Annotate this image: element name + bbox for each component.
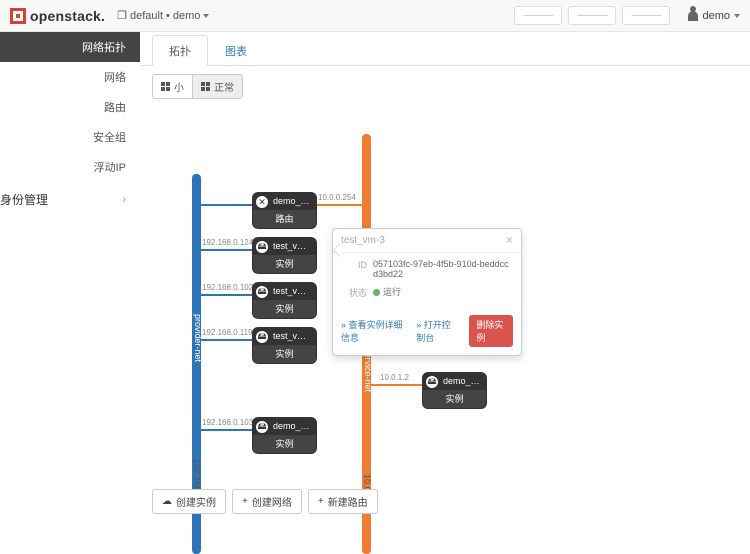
sidebar-section-label: 身份管理: [0, 191, 48, 208]
link: [201, 339, 252, 341]
chevron-down-icon: [203, 14, 209, 18]
instance-icon: 🖴: [425, 375, 439, 389]
tab-graph[interactable]: 图表: [208, 35, 264, 66]
status-running-icon: [373, 289, 380, 296]
sidebar-section-identity[interactable]: 身份管理 ›: [0, 182, 140, 217]
main-panel: 拓扑 图表 小 正常 provider-net selfservice-net …: [140, 32, 750, 518]
bottom-action-bar: ☁创建实例 +创建网络 +新建路由: [152, 489, 378, 514]
ip-label: 192.168.0.124: [202, 238, 253, 247]
popover-title: test_vm-3: [341, 235, 385, 246]
grid-small-icon: [161, 82, 170, 91]
delete-instance-button[interactable]: 删除实例: [469, 315, 513, 347]
tablist: 拓扑 图表: [140, 34, 750, 66]
popover-status-value: 运行: [373, 285, 513, 298]
scope-project: demo: [173, 10, 201, 22]
brand-name: openstack.: [30, 8, 105, 24]
instance-icon: 🖴: [255, 420, 269, 434]
router-icon: ✕: [255, 195, 269, 209]
sidebar-item-floatingip[interactable]: 浮动IP: [0, 152, 140, 182]
plus-icon: +: [318, 496, 324, 507]
user-icon: [688, 11, 698, 21]
chevron-right-icon: ›: [122, 194, 126, 206]
node-router[interactable]: ✕demo_self.. 路由: [252, 192, 317, 229]
node-instance-demovm2[interactable]: 🖴demo_vm2 实例: [422, 372, 487, 409]
ip-label: 10.0.1.2: [380, 373, 409, 382]
close-icon[interactable]: ×: [506, 235, 513, 246]
topology-canvas: provider-net selfservice-net 192.168.0/2…: [152, 104, 738, 488]
create-instance-button[interactable]: ☁创建实例: [152, 489, 226, 514]
plus-icon: +: [242, 496, 248, 507]
domain-icon: ❐: [117, 9, 127, 22]
user-label: demo: [702, 10, 730, 22]
node-instance-testvm2[interactable]: 🖴test_vm-2 实例: [252, 327, 317, 364]
size-normal-button[interactable]: 正常: [192, 74, 243, 99]
ip-label: 10.0.0.254: [318, 193, 356, 202]
sidebar-item-secgroups[interactable]: 安全组: [0, 122, 140, 152]
size-toggle: 小 正常: [140, 66, 750, 107]
brand-logo[interactable]: openstack.: [10, 8, 105, 24]
popover-id-value: 057103fc-97eb-4f5b-910d-beddccd3bd22: [373, 259, 513, 279]
size-small-button[interactable]: 小: [152, 74, 193, 99]
chevron-down-icon: [734, 14, 740, 18]
node-instance-testvm1[interactable]: 🖴test_vm-1 实例: [252, 282, 317, 319]
openstack-logo-icon: [10, 8, 26, 24]
user-menu[interactable]: demo: [688, 10, 740, 22]
top-bar: openstack. ❐ default • demo ————————— de…: [0, 0, 750, 32]
disabled-action-buttons: —————————: [514, 6, 670, 25]
instance-icon: 🖴: [255, 330, 269, 344]
ip-label: 192.168.0.119: [202, 328, 253, 337]
instance-icon: 🖴: [255, 285, 269, 299]
link-open-console[interactable]: » 打开控制台: [416, 318, 459, 344]
sidebar: 网络拓扑 网络 路由 安全组 浮动IP 身份管理 ›: [0, 32, 140, 518]
node-instance-demovm1[interactable]: 🖴demo_vm1 实例: [252, 417, 317, 454]
sidebar-item-topology[interactable]: 网络拓扑: [0, 32, 140, 62]
cloud-icon: ☁: [162, 496, 172, 507]
instance-popover: test_vm-3 × ID 057103fc-97eb-4f5b-910d-b…: [332, 228, 522, 356]
tab-topology[interactable]: 拓扑: [152, 35, 208, 66]
grid-normal-icon: [201, 82, 210, 91]
ip-label: 192.168.0.103: [202, 418, 253, 427]
create-router-button[interactable]: +新建路由: [308, 489, 378, 514]
instance-icon: 🖴: [255, 240, 269, 254]
link: [317, 204, 362, 206]
scope-domain: default: [130, 10, 163, 22]
popover-id-label: ID: [341, 259, 367, 270]
link: [201, 294, 252, 296]
link: [201, 429, 252, 431]
link-instance-detail[interactable]: » 查看实例详细信息: [341, 318, 406, 344]
create-network-button[interactable]: +创建网络: [232, 489, 302, 514]
link: [201, 204, 252, 206]
node-instance-testvm3[interactable]: 🖴test_vm-3 实例: [252, 237, 317, 274]
popover-status-label: 状态: [341, 285, 367, 299]
sidebar-item-networks[interactable]: 网络: [0, 62, 140, 92]
project-switcher[interactable]: ❐ default • demo: [117, 9, 209, 22]
link: [371, 384, 422, 386]
link: [201, 249, 252, 251]
sidebar-item-routers[interactable]: 路由: [0, 92, 140, 122]
ip-label: 192.168.0.102: [202, 283, 253, 292]
